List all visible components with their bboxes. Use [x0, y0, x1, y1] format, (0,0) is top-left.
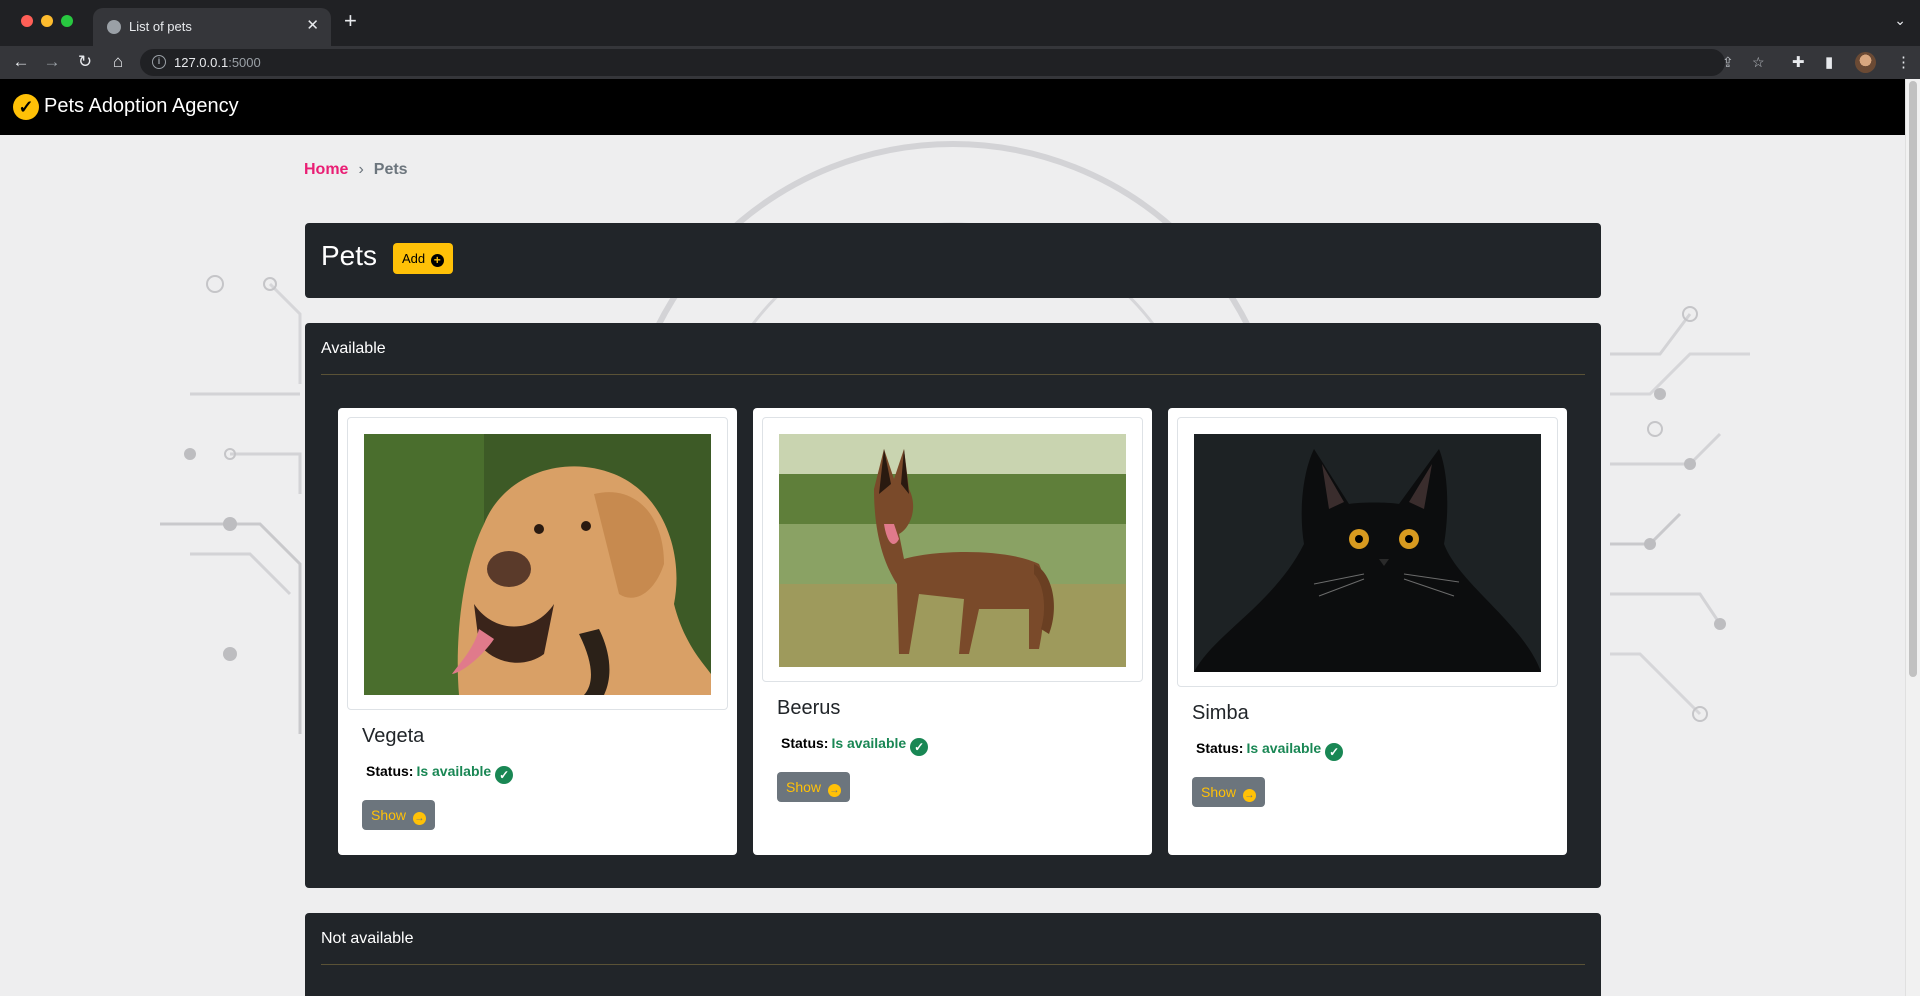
- page-title: Pets: [321, 240, 378, 271]
- not-available-section: Not available: [305, 913, 1601, 996]
- check-circle-icon: ✓: [910, 738, 929, 756]
- pet-card-simba: Simba Status: Is available ✓ Show →: [1168, 408, 1567, 855]
- site-info-icon[interactable]: i: [152, 55, 166, 69]
- browser-tab-strip: List of pets ✕ + ⌄: [0, 0, 1920, 46]
- status-label: Status:: [366, 763, 414, 779]
- pet-name: Beerus: [777, 697, 841, 719]
- status-value: Is available: [831, 735, 907, 751]
- side-panel-icon[interactable]: ▮: [1825, 53, 1833, 71]
- menu-icon[interactable]: ⋮: [1896, 53, 1911, 71]
- pet-status: Status: Is available ✓: [781, 735, 929, 756]
- share-icon[interactable]: ⇪: [1722, 54, 1734, 71]
- arrow-right-circle-icon: →: [412, 812, 426, 825]
- globe-icon: [107, 20, 121, 34]
- show-button-label: Show: [371, 807, 407, 823]
- available-section-title: Available: [321, 340, 386, 357]
- available-section: Available Vegeta Status: Is available ✓ …: [305, 323, 1601, 888]
- plus-circle-icon: +: [430, 254, 444, 267]
- home-icon[interactable]: ⌂: [106, 51, 130, 73]
- reload-icon[interactable]: ↻: [73, 51, 97, 73]
- url-port: :5000: [228, 55, 261, 70]
- show-pet-button[interactable]: Show →: [777, 772, 850, 802]
- brand-link[interactable]: Pets Adoption Agency: [44, 95, 239, 118]
- add-pet-button[interactable]: Add +: [393, 243, 453, 274]
- back-icon[interactable]: ←: [9, 51, 33, 73]
- pet-card-beerus: Beerus Status: Is available ✓ Show →: [753, 408, 1152, 855]
- address-bar[interactable]: i 127.0.0.1:5000 ⇪ ☆: [140, 49, 1765, 76]
- tab-search-icon[interactable]: ⌄: [1894, 12, 1906, 29]
- check-circle-logo-icon: ✓: [13, 94, 39, 120]
- minimize-window-button[interactable]: [41, 15, 53, 27]
- show-pet-button[interactable]: Show →: [1192, 777, 1265, 807]
- status-label: Status:: [1196, 740, 1244, 756]
- maximize-window-button[interactable]: [61, 15, 73, 27]
- malinois-photo: [779, 434, 1126, 667]
- pet-status: Status: Is available ✓: [366, 763, 514, 784]
- pet-name: Simba: [1192, 702, 1249, 724]
- breadcrumb-home-link[interactable]: Home: [304, 161, 348, 178]
- show-button-label: Show: [1201, 784, 1237, 800]
- status-value: Is available: [416, 763, 492, 779]
- pet-card-vegeta: Vegeta Status: Is available ✓ Show →: [338, 408, 737, 855]
- arrow-right-circle-icon: →: [1242, 789, 1256, 802]
- pet-image-frame: [347, 417, 728, 710]
- pet-status: Status: Is available ✓: [1196, 740, 1344, 761]
- profile-avatar[interactable]: [1855, 52, 1876, 73]
- black-cat-photo: [1194, 434, 1541, 672]
- arrow-right-circle-icon: →: [827, 784, 841, 797]
- new-tab-icon[interactable]: +: [344, 10, 357, 32]
- status-value: Is available: [1246, 740, 1322, 756]
- pet-image-frame: [762, 417, 1143, 682]
- section-divider: [321, 374, 1585, 375]
- browser-tab[interactable]: List of pets ✕: [93, 8, 331, 46]
- check-circle-icon: ✓: [1325, 743, 1344, 761]
- section-divider: [321, 964, 1585, 965]
- close-window-button[interactable]: [21, 15, 33, 27]
- extensions-icon[interactable]: ✚: [1792, 53, 1805, 71]
- url-host: 127.0.0.1: [174, 55, 229, 70]
- breadcrumb: Home › Pets: [304, 161, 408, 179]
- breadcrumb-current: Pets: [373, 161, 408, 178]
- pet-image-frame: [1177, 417, 1558, 687]
- forward-icon[interactable]: →: [40, 51, 64, 73]
- golden-retriever-photo: [364, 434, 711, 695]
- url-text: 127.0.0.1:5000: [174, 55, 261, 70]
- tab-close-icon[interactable]: ✕: [306, 16, 319, 34]
- check-circle-icon: ✓: [495, 766, 514, 784]
- pets-header-panel: Pets Add +: [305, 223, 1601, 298]
- show-pet-button[interactable]: Show →: [362, 800, 435, 830]
- browser-toolbar: ← → ↻ ⌂ i 127.0.0.1:5000 ⇪ ☆ ✚ ▮ ⋮: [0, 46, 1920, 79]
- status-label: Status:: [781, 735, 829, 751]
- tab-title: List of pets: [129, 19, 192, 34]
- breadcrumb-separator: ›: [358, 161, 364, 178]
- page-viewport: ✓ Pets Adoption Agency Home › Pets Pets Ad…: [0, 79, 1920, 996]
- not-available-section-title: Not available: [321, 930, 414, 947]
- add-button-label: Add: [402, 251, 426, 266]
- scrollbar-thumb[interactable]: [1909, 81, 1917, 677]
- pet-name: Vegeta: [362, 725, 425, 747]
- bookmark-star-icon[interactable]: ☆: [1752, 54, 1765, 71]
- site-navbar: ✓ Pets Adoption Agency: [0, 79, 1905, 135]
- show-button-label: Show: [786, 779, 822, 795]
- page-scrollbar[interactable]: [1905, 79, 1920, 996]
